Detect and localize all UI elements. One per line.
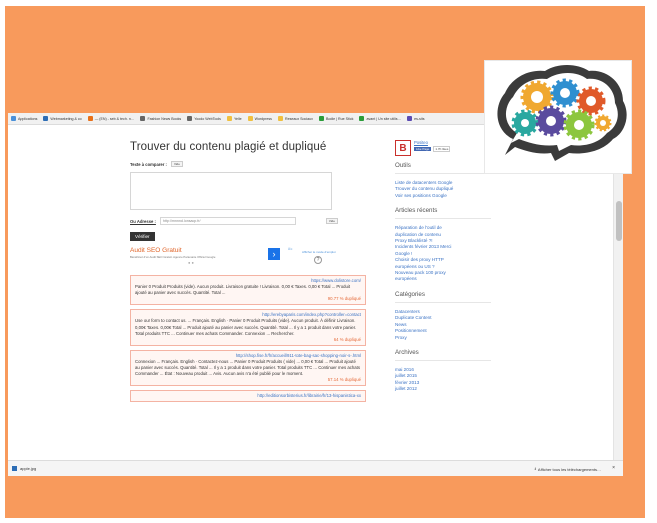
result-url-link[interactable]: http://editionsorbisterius.fr/librairie/… <box>135 393 361 399</box>
bookmark-label: — (EN) - seb & tech. n… <box>94 116 135 121</box>
divider <box>395 301 491 303</box>
result-item: http://editionsorbisterius.fr/librairie/… <box>130 390 366 403</box>
bookmark-item[interactable]: Reseaux Sociaux <box>277 116 313 121</box>
clear-text-button[interactable]: Vide <box>170 161 183 167</box>
tools-list: Liste de datacenters Google Trouver du co… <box>395 180 491 199</box>
text-label-row: Texte à comparer : Vide <box>130 161 366 167</box>
result-item: http://erebyaparis.com/index.php?control… <box>130 309 366 346</box>
text-label: Texte à comparer : <box>130 161 167 167</box>
close-icon[interactable]: × <box>612 465 615 471</box>
archives-list: mai 2016 juillet 2015 février 2013 juillet … <box>395 367 491 393</box>
bookmark-icon <box>226 116 232 121</box>
bookmark-label: Yoodo WebTools <box>194 116 221 121</box>
brain-gears-image <box>484 60 632 174</box>
help-icon[interactable]: ? <box>314 256 322 264</box>
bookmark-item[interactable]: Fashion News Books <box>140 116 181 121</box>
bookmark-label: es-sits <box>414 116 425 121</box>
categories-heading: Catégories <box>395 290 425 298</box>
download-arrow-icon: ⭳ <box>534 466 536 471</box>
like-page-button[interactable]: Like Page <box>414 147 432 151</box>
bookmark-icon <box>359 116 365 121</box>
ad-subtitle: Bénéficiez d'un Audit SEO Gratuit. Agenc… <box>130 255 216 259</box>
address-input[interactable]: http://mnnnd.lonsacp.fr/ <box>159 217 296 225</box>
categories-list: Datacenters Duplicate Content News Position… <box>395 309 491 341</box>
bookmark-item[interactable]: es-sits <box>407 116 425 121</box>
bookmark-item[interactable]: Yoodo WebTools <box>187 116 221 121</box>
bookmark-icon <box>318 116 324 121</box>
result-item: https://www.dolistore.com/Panier 0 Produ… <box>130 275 366 306</box>
ad-next-button[interactable]: › <box>268 248 280 260</box>
bookmark-icon <box>87 116 93 121</box>
bookmark-item[interactable]: — (EN) - seb & tech. n… <box>87 116 135 121</box>
brain-gears-icon <box>497 65 627 161</box>
bookmark-label: Reseaux Sociaux <box>284 116 313 121</box>
divider <box>395 218 491 220</box>
bookmark-label: avant | Un site utilis… <box>366 116 402 121</box>
bookmark-item[interactable]: Applications <box>11 116 37 121</box>
divider <box>395 173 491 174</box>
like-row: Like Page 1.7K likes <box>414 146 451 152</box>
bookmark-icon <box>140 116 146 121</box>
tools-heading: Outils <box>395 162 411 169</box>
bookmark-icon <box>43 116 49 121</box>
sidebar-link[interactable]: Voir ses positions Google <box>395 193 491 199</box>
download-filename: apple.jpg <box>20 466 37 471</box>
bookmark-icon <box>247 116 253 121</box>
address-row: Ou Adresse : http://mnnnd.lonsacp.fr/ Vi… <box>130 217 366 225</box>
result-duplicate-percent: 64 % dupliqué <box>333 336 361 342</box>
compare-textarea[interactable] <box>130 172 332 210</box>
bookmark-icon <box>277 116 283 121</box>
sidebar-link[interactable]: européens <box>395 276 491 282</box>
brand-name[interactable]: Positeo <box>414 140 450 145</box>
result-snippet: Connexion ... Français. English · Contac… <box>135 358 360 377</box>
verify-button[interactable]: Vérifier <box>130 232 155 241</box>
recent-heading: Articles récents <box>395 207 438 215</box>
show-all-downloads-link[interactable]: ⭳ Afficher tous les téléchargements… <box>535 466 601 473</box>
result-snippet: Use our form to contact us. ... Français… <box>135 318 357 336</box>
image-file-icon <box>12 466 17 471</box>
page-title: Trouver du contenu plagié et dupliqué <box>130 141 327 153</box>
brand-logo: B <box>395 140 411 156</box>
address-label: Ou Adresse : <box>130 218 156 224</box>
result-duplicate-percent: 90.77 % dupliqué <box>327 296 361 302</box>
ad-info-link[interactable]: Afficher le mode d'emploi <box>302 250 336 254</box>
recent-list: Réparation de l'outil de duplication de c… <box>395 225 491 283</box>
bookmark-item[interactable]: Yelle <box>226 116 242 121</box>
sidebar: B Positeo Like Page 1.7K likes Outils Li… <box>395 140 491 393</box>
bookmark-label: Applications <box>18 116 38 121</box>
vertical-scrollbar[interactable] <box>613 125 623 460</box>
ad-banner[interactable]: Audit SEO Gratuit Bénéficiez d'un Audit … <box>130 247 366 271</box>
bookmark-item[interactable]: Webmarketing & co <box>43 116 82 121</box>
main-content: Trouver du contenu plagié et dupliqué Te… <box>130 141 366 403</box>
bookmark-icon <box>187 116 193 121</box>
result-item: http://shop.fise.fr/fr/accueil/911-tote-… <box>130 349 366 387</box>
bookmark-label: Wordpress <box>254 116 272 121</box>
bookmark-label: Fashion News Books <box>147 116 182 121</box>
clear-address-button[interactable]: Vide <box>325 218 338 224</box>
ad-dots: ● ● <box>188 260 194 265</box>
download-item[interactable]: apple.jpg <box>12 466 36 471</box>
bookmark-item[interactable]: Wordpress <box>247 116 272 121</box>
divider <box>395 359 491 361</box>
frame-edge <box>646 0 657 523</box>
bookmark-icon <box>407 116 413 121</box>
bookmark-icon <box>11 116 16 121</box>
ad-close-icon[interactable]: ☒× <box>288 247 292 251</box>
sidebar-link[interactable]: Proxy <box>395 335 491 341</box>
downloads-bar: apple.jpg ⭳ Afficher tous les télécharge… <box>8 460 623 476</box>
bookmark-item[interactable]: Bodie | Rue Stick <box>318 116 354 121</box>
bookmark-label: Bodie | Rue Stick <box>325 116 354 121</box>
results-list: https://www.dolistore.com/Panier 0 Produ… <box>130 275 366 403</box>
bookmark-item[interactable]: avant | Un site utilis… <box>359 116 401 121</box>
result-snippet: Panier 0 Produit Produits (vide). Aucun … <box>135 284 351 296</box>
like-count: 1.7K likes <box>433 146 451 152</box>
scrollbar-thumb[interactable] <box>616 201 622 241</box>
bookmark-label: Webmarketing & co <box>50 116 82 121</box>
brand-badge[interactable]: B Positeo Like Page 1.7K likes <box>395 140 491 156</box>
bookmark-label: Yelle <box>233 116 242 121</box>
show-all-downloads-label: Afficher tous les téléchargements… <box>537 467 601 472</box>
sidebar-link[interactable]: juillet 2012 <box>395 386 491 392</box>
archives-heading: Archives <box>395 348 419 356</box>
result-duplicate-percent: 57.14 % dupliqué <box>327 377 361 383</box>
